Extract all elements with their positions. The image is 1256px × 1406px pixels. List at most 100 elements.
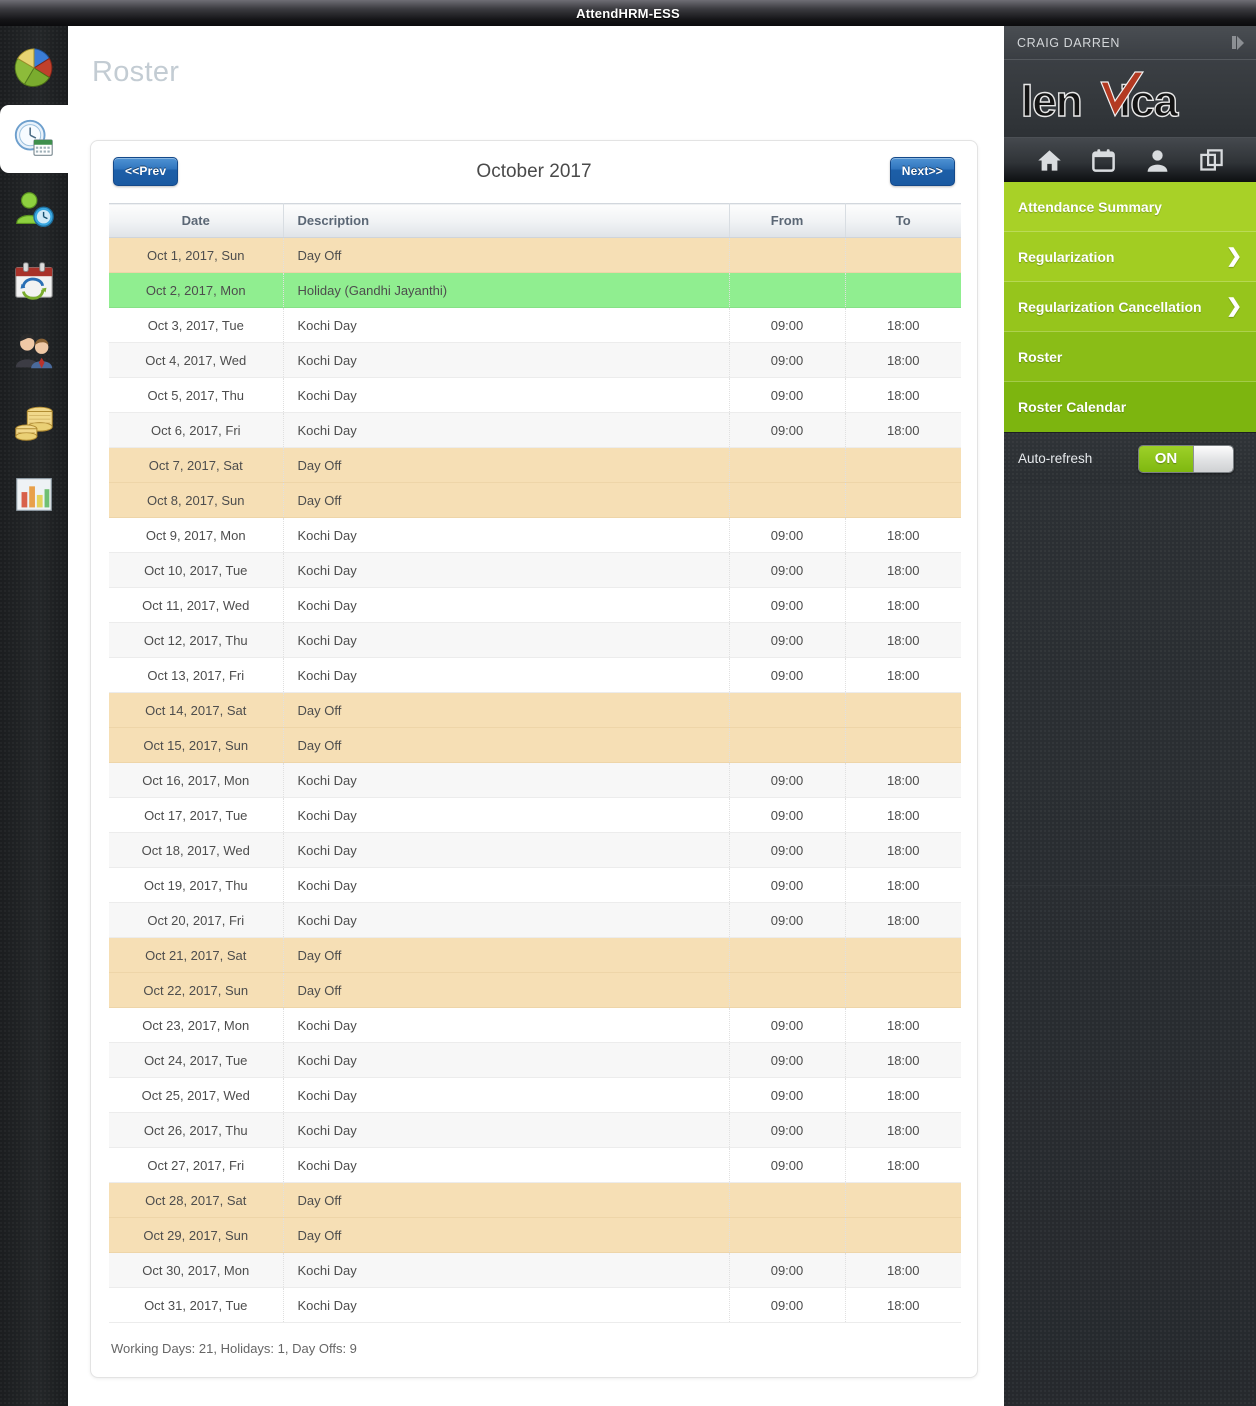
table-row[interactable]: Oct 15, 2017, Sun Day Off — [109, 727, 961, 763]
panel-menu-item-label: Attendance Summary — [1018, 198, 1162, 215]
cell-to: 18:00 — [845, 412, 961, 448]
cell-from: 09:00 — [729, 517, 846, 553]
cell-date: Oct 31, 2017, Tue — [109, 1287, 284, 1323]
table-row[interactable]: Oct 23, 2017, Mon Kochi Day 09:00 18:00 — [109, 1007, 961, 1043]
table-row[interactable]: Oct 22, 2017, Sun Day Off — [109, 972, 961, 1008]
cell-description: Kochi Day — [283, 902, 730, 938]
cell-from: 09:00 — [729, 832, 846, 868]
cell-date: Oct 4, 2017, Wed — [109, 342, 284, 378]
sidebar-item-payroll[interactable] — [0, 389, 68, 457]
cell-description: Kochi Day — [283, 1112, 730, 1148]
table-row[interactable]: Oct 2, 2017, Mon Holiday (Gandhi Jayanthi… — [109, 272, 961, 308]
cell-description: Day Off — [283, 237, 730, 273]
cell-description: Kochi Day — [283, 867, 730, 903]
sidebar-item-time-attendance[interactable] — [0, 105, 68, 173]
cell-description: Day Off — [283, 972, 730, 1008]
table-row[interactable]: Oct 14, 2017, Sat Day Off — [109, 692, 961, 728]
table-row[interactable]: Oct 27, 2017, Fri Kochi Day 09:00 18:00 — [109, 1147, 961, 1183]
table-row[interactable]: Oct 13, 2017, Fri Kochi Day 09:00 18:00 — [109, 657, 961, 693]
cell-from: 09:00 — [729, 867, 846, 903]
table-row[interactable]: Oct 30, 2017, Mon Kochi Day 09:00 18:00 — [109, 1252, 961, 1288]
table-row[interactable]: Oct 10, 2017, Tue Kochi Day 09:00 18:00 — [109, 552, 961, 588]
table-row[interactable]: Oct 6, 2017, Fri Kochi Day 09:00 18:00 — [109, 412, 961, 448]
panel-menu-item-label: Roster — [1018, 348, 1063, 365]
cell-from: 09:00 — [729, 1007, 846, 1043]
table-row[interactable]: Oct 7, 2017, Sat Day Off — [109, 447, 961, 483]
column-header-date[interactable]: Date — [109, 203, 284, 238]
cell-description: Kochi Day — [283, 342, 730, 378]
sidebar-item-dashboard[interactable] — [0, 34, 68, 102]
panel-menu-item-roster-calendar[interactable]: Roster Calendar — [1004, 382, 1256, 432]
table-row[interactable]: Oct 19, 2017, Thu Kochi Day 09:00 18:00 — [109, 867, 961, 903]
sidebar-item-employees[interactable] — [0, 318, 68, 386]
sidebar-item-leave-calendar[interactable] — [0, 247, 68, 315]
cell-to — [845, 937, 961, 973]
cell-date: Oct 5, 2017, Thu — [109, 377, 284, 413]
table-row[interactable]: Oct 9, 2017, Mon Kochi Day 09:00 18:00 — [109, 517, 961, 553]
table-row[interactable]: Oct 24, 2017, Tue Kochi Day 09:00 18:00 — [109, 1042, 961, 1078]
prev-month-button[interactable]: <<Prev — [113, 157, 179, 186]
cell-to — [845, 692, 961, 728]
column-header-from[interactable]: From — [729, 203, 846, 238]
table-row[interactable]: Oct 8, 2017, Sun Day Off — [109, 482, 961, 518]
table-row[interactable]: Oct 25, 2017, Wed Kochi Day 09:00 18:00 — [109, 1077, 961, 1113]
sidebar-item-reports[interactable] — [0, 460, 68, 528]
cell-date: Oct 2, 2017, Mon — [109, 272, 284, 308]
table-row[interactable]: Oct 26, 2017, Thu Kochi Day 09:00 18:00 — [109, 1112, 961, 1148]
cell-from: 09:00 — [729, 587, 846, 623]
collapse-panel-icon[interactable] — [1232, 35, 1244, 50]
cell-to: 18:00 — [845, 762, 961, 798]
panel-menu-item-label: Roster Calendar — [1018, 399, 1127, 415]
table-row[interactable]: Oct 4, 2017, Wed Kochi Day 09:00 18:00 — [109, 342, 961, 378]
cell-description: Kochi Day — [283, 552, 730, 588]
table-row[interactable]: Oct 3, 2017, Tue Kochi Day 09:00 18:00 — [109, 307, 961, 343]
column-header-to[interactable]: To — [845, 203, 961, 238]
cell-from: 09:00 — [729, 552, 846, 588]
cell-from: 09:00 — [729, 377, 846, 413]
roster-table: Date Description From To Oct 1, 2017, Su… — [109, 203, 961, 1323]
home-icon[interactable] — [1036, 147, 1063, 174]
table-row[interactable]: Oct 21, 2017, Sat Day Off — [109, 937, 961, 973]
panel-menu-item-regularization[interactable]: Regularization ❯ — [1004, 232, 1256, 282]
user-icon[interactable] — [1144, 147, 1171, 174]
cell-to — [845, 482, 961, 518]
panel-menu-item-attendance-summary[interactable]: Attendance Summary — [1004, 182, 1256, 232]
cell-date: Oct 20, 2017, Fri — [109, 902, 284, 938]
cell-to — [845, 972, 961, 1008]
calendar-icon[interactable] — [1090, 147, 1117, 174]
panel-menu-item-roster[interactable]: Roster — [1004, 332, 1256, 382]
table-row[interactable]: Oct 31, 2017, Tue Kochi Day 09:00 18:00 — [109, 1287, 961, 1323]
cell-from — [729, 1217, 846, 1253]
cell-from: 09:00 — [729, 1042, 846, 1078]
cell-to: 18:00 — [845, 1007, 961, 1043]
cell-from: 09:00 — [729, 1252, 846, 1288]
table-row[interactable]: Oct 28, 2017, Sat Day Off — [109, 1182, 961, 1218]
panel-menu-item-regularization-cancellation[interactable]: Regularization Cancellation ❯ — [1004, 282, 1256, 332]
table-row[interactable]: Oct 5, 2017, Thu Kochi Day 09:00 18:00 — [109, 377, 961, 413]
cell-date: Oct 26, 2017, Thu — [109, 1112, 284, 1148]
left-icon-rail — [0, 26, 68, 1406]
table-row[interactable]: Oct 18, 2017, Wed Kochi Day 09:00 18:00 — [109, 832, 961, 868]
cell-to: 18:00 — [845, 622, 961, 658]
table-row[interactable]: Oct 29, 2017, Sun Day Off — [109, 1217, 961, 1253]
table-row[interactable]: Oct 11, 2017, Wed Kochi Day 09:00 18:00 — [109, 587, 961, 623]
cell-description: Kochi Day — [283, 377, 730, 413]
panel-menu-item-label: Regularization — [1018, 248, 1115, 265]
page-title: Roster — [92, 56, 180, 88]
cell-date: Oct 24, 2017, Tue — [109, 1042, 284, 1078]
cell-date: Oct 14, 2017, Sat — [109, 692, 284, 728]
panel-divider — [1004, 885, 1256, 886]
table-row[interactable]: Oct 12, 2017, Thu Kochi Day 09:00 18:00 — [109, 622, 961, 658]
calendar-refresh-icon — [15, 262, 53, 300]
table-row[interactable]: Oct 16, 2017, Mon Kochi Day 09:00 18:00 — [109, 762, 961, 798]
cell-from: 09:00 — [729, 1147, 846, 1183]
table-row[interactable]: Oct 1, 2017, Sun Day Off — [109, 237, 961, 273]
table-row[interactable]: Oct 20, 2017, Fri Kochi Day 09:00 18:00 — [109, 902, 961, 938]
column-header-description[interactable]: Description — [283, 203, 730, 238]
auto-refresh-toggle[interactable]: ON — [1138, 444, 1234, 473]
sidebar-item-employee-time[interactable] — [0, 176, 68, 244]
windows-icon[interactable] — [1198, 147, 1225, 174]
panel-menu: Attendance Summary Regularization ❯ Regular… — [1004, 182, 1256, 432]
table-row[interactable]: Oct 17, 2017, Tue Kochi Day 09:00 18:00 — [109, 797, 961, 833]
next-month-button[interactable]: Next>> — [889, 157, 955, 186]
